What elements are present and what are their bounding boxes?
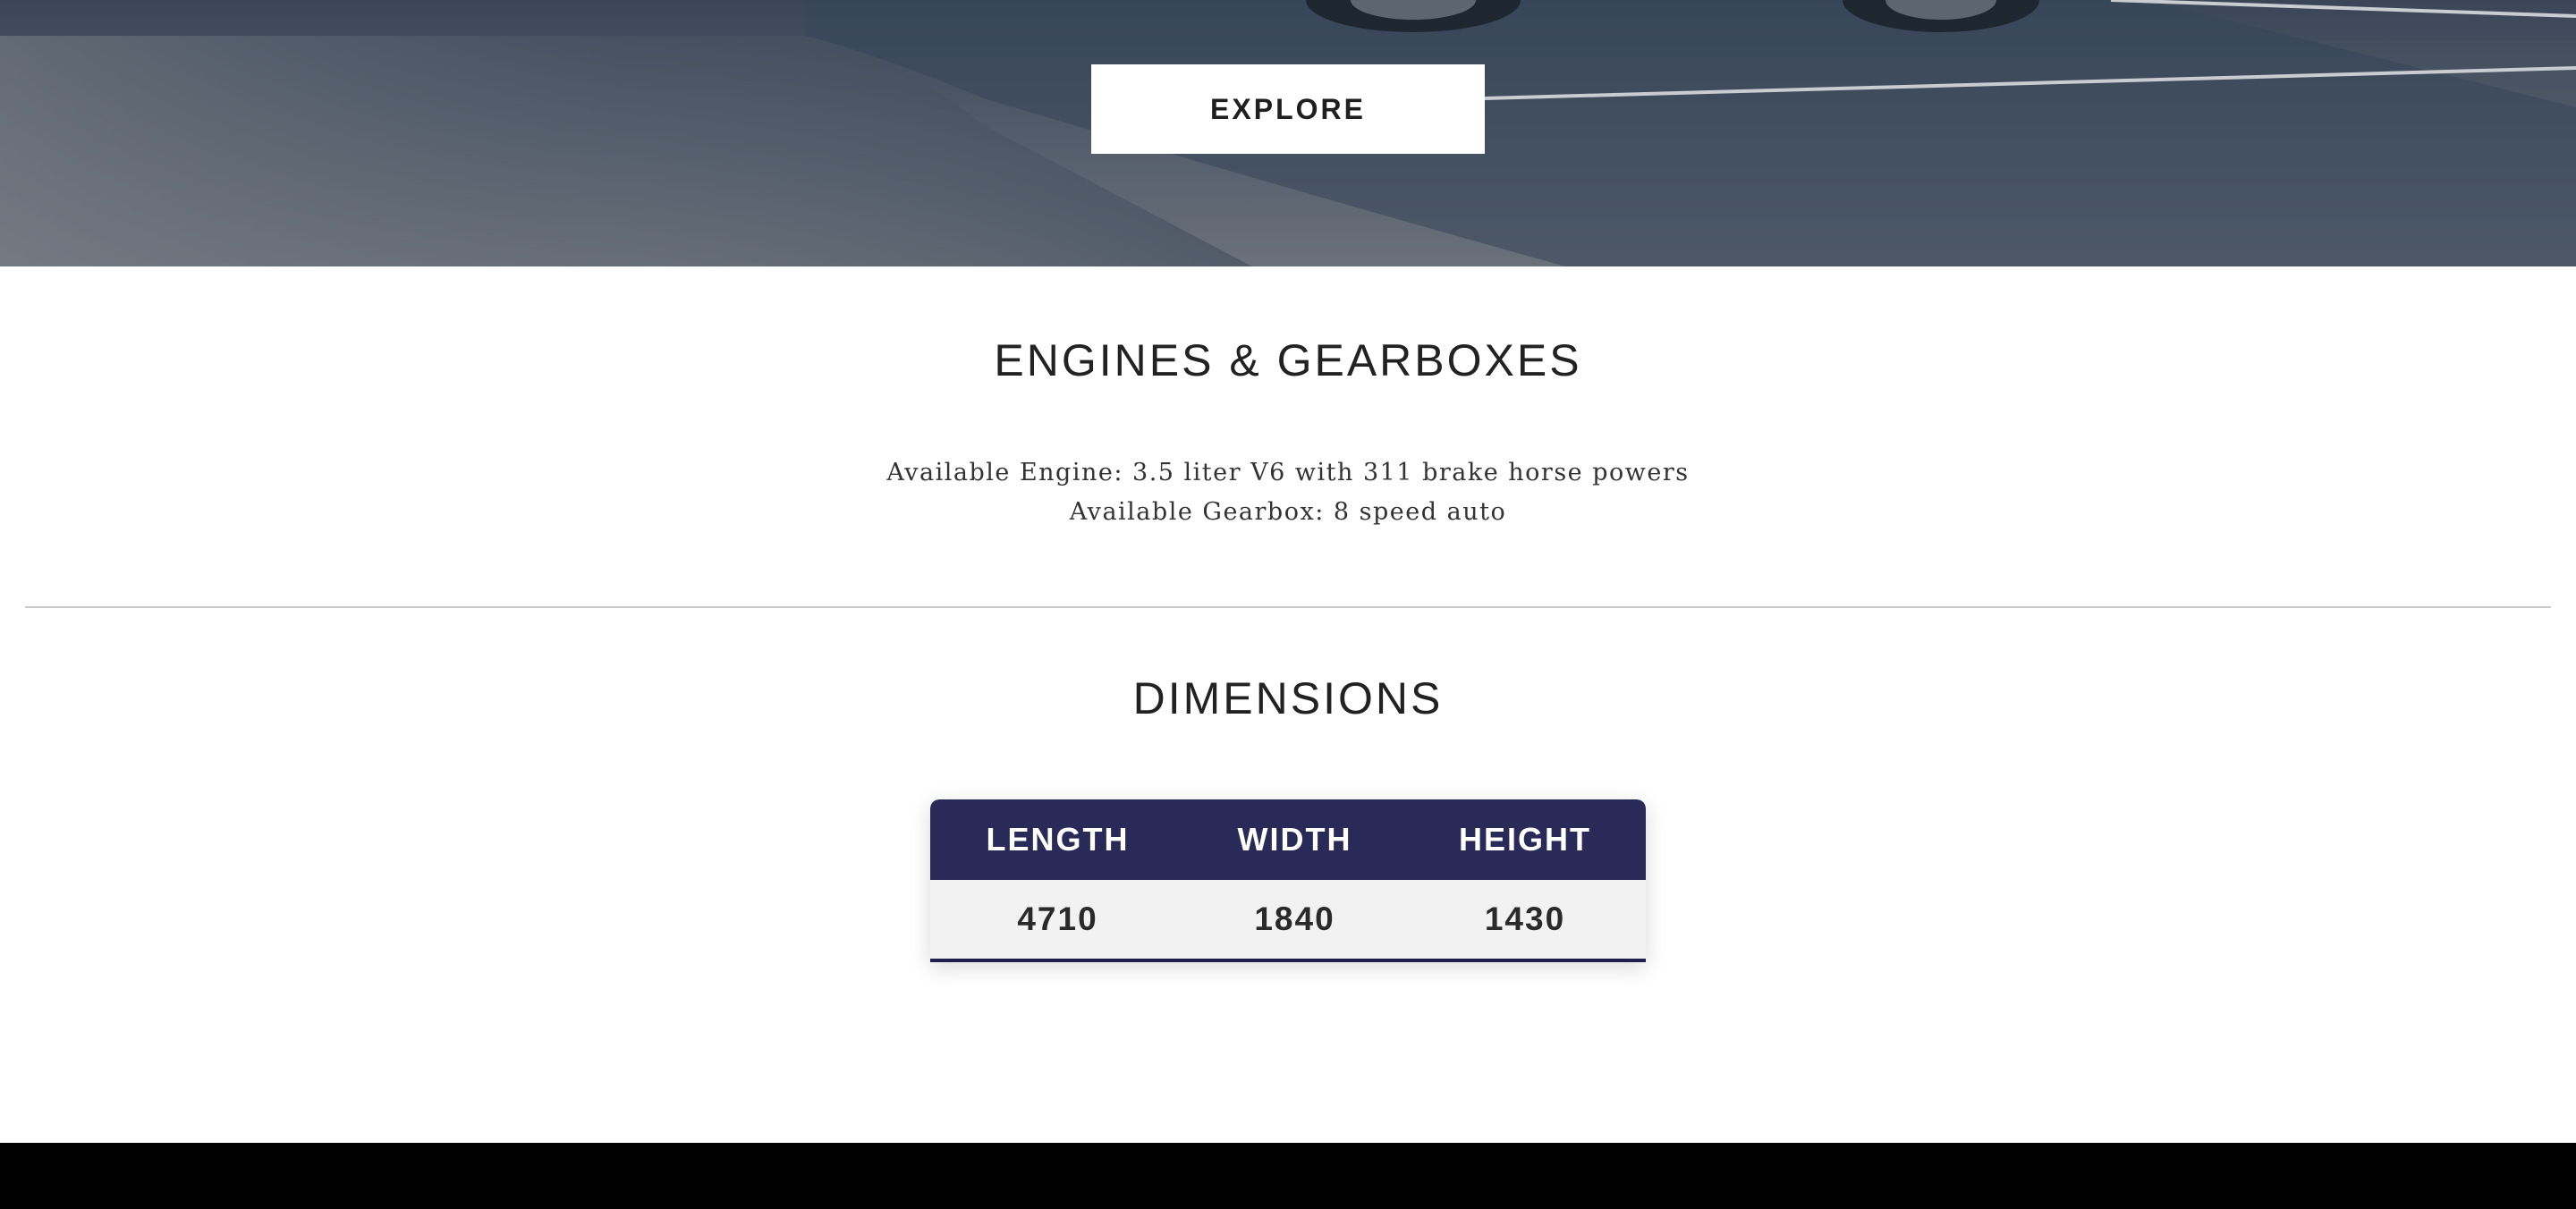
value-length: 4710 xyxy=(1017,900,1098,937)
table-row: 4710 1840 1430 xyxy=(930,880,1646,962)
engines-section-title: ENGINES & GEARBOXES xyxy=(994,335,1582,385)
header-length: LENGTH xyxy=(986,821,1130,858)
hero-banner: EXPLORE xyxy=(0,0,2576,266)
engine-details: Available Engine: 3.5 liter V6 with 311 … xyxy=(0,453,2576,532)
dimensions-table: LENGTH WIDTH HEIGHT 4710 1840 1430 xyxy=(930,799,1646,962)
section-divider xyxy=(25,606,2551,608)
explore-button[interactable]: EXPLORE xyxy=(1091,64,1485,154)
gearbox-line: Available Gearbox: 8 speed auto xyxy=(1069,498,1507,526)
value-height: 1430 xyxy=(1484,900,1566,937)
value-width: 1840 xyxy=(1254,900,1335,937)
header-height: HEIGHT xyxy=(1458,821,1591,858)
engine-line: Available Engine: 3.5 liter V6 with 311 … xyxy=(886,459,1690,486)
dimensions-section-title: DIMENSIONS xyxy=(1132,673,1444,723)
page-footer xyxy=(0,1143,2576,1209)
dimensions-table-header: LENGTH WIDTH HEIGHT xyxy=(930,799,1646,880)
header-width: WIDTH xyxy=(1237,821,1352,858)
